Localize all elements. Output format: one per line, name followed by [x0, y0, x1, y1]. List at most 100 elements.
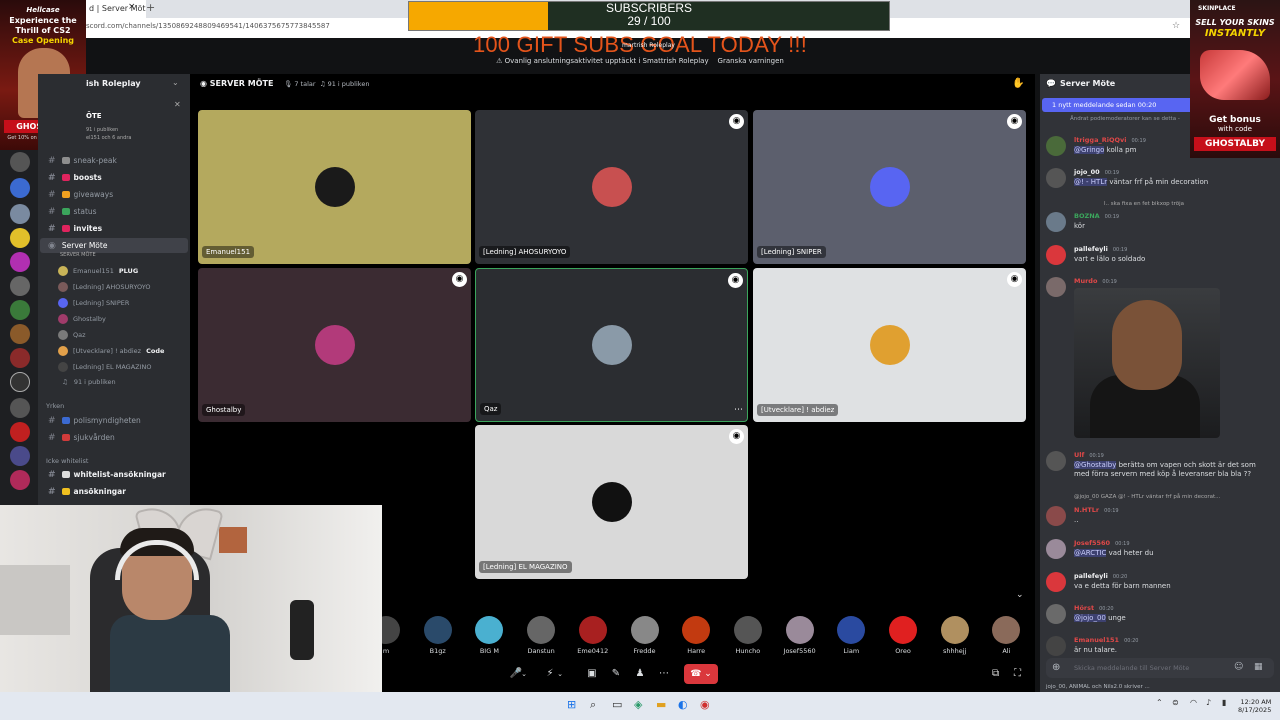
channel-item[interactable]: # whitelist-ansökningar	[40, 467, 188, 482]
server-icon[interactable]	[10, 422, 30, 442]
edge-icon[interactable]: ◐	[678, 698, 688, 711]
participant-avatar-item[interactable]: Eme0412	[573, 616, 613, 655]
invite-icon[interactable]: ♟	[629, 664, 651, 684]
fullscreen-icon[interactable]: ⛶	[1014, 668, 1021, 679]
participant-tile[interactable]: [Ledning] SNIPER ◉	[753, 110, 1026, 264]
watch-stream-icon[interactable]: ◉	[452, 272, 467, 287]
participant-avatar-item[interactable]: Oreo	[883, 616, 923, 655]
watch-stream-icon[interactable]: ◉	[1007, 272, 1022, 287]
voice-member[interactable]: [Ledning] AHOSURYOYO	[58, 279, 186, 295]
new-messages-bar[interactable]: 1 nytt meddelande sedan 00:20	[1042, 98, 1190, 112]
voice-channel-server-mote[interactable]: ◉ Server Möte	[40, 238, 188, 253]
voice-member[interactable]: Qaz	[58, 327, 186, 343]
participant-avatar-item[interactable]: BIG M	[469, 616, 509, 655]
tab-close-icon[interactable]: ×	[128, 2, 136, 12]
participant-avatar-item[interactable]: B1gz	[418, 616, 458, 655]
message-author[interactable]: BOZNA 00:19	[1074, 212, 1119, 220]
message-author[interactable]: pallefeyli 00:20	[1074, 572, 1127, 580]
mention[interactable]: @Gringo	[1074, 146, 1105, 154]
channel-item[interactable]: # invites	[40, 221, 188, 236]
avatar[interactable]	[1046, 168, 1066, 188]
chevron-down-icon[interactable]: ⌄	[555, 664, 565, 684]
tray-chevron-icon[interactable]: ⌃	[1156, 698, 1163, 707]
battery-icon[interactable]: ▮	[1222, 698, 1226, 707]
star-icon[interactable]: ☆	[1172, 21, 1180, 31]
voice-member[interactable]: [Ledning] EL MAGAZINO	[58, 359, 186, 375]
mention[interactable]: @jojo_00	[1074, 614, 1106, 622]
voice-member[interactable]: [Utvecklare] ! abdiez Code	[58, 343, 186, 359]
more-icon[interactable]: ⋯	[734, 405, 743, 415]
avatar[interactable]	[1046, 636, 1066, 656]
search-icon[interactable]: ⌕	[590, 698, 596, 712]
mention[interactable]: @Ghostalby	[1074, 461, 1117, 469]
voice-member[interactable]: [Ledning] SNIPER	[58, 295, 186, 311]
message-author[interactable]: jojo_00 00:19	[1074, 168, 1119, 176]
watch-stream-icon[interactable]: ◉	[728, 273, 743, 288]
channel-item[interactable]: # boosts	[40, 170, 188, 185]
chrome-icon[interactable]: ◉	[700, 698, 710, 711]
chevron-down-icon[interactable]: ⌄	[1016, 590, 1024, 600]
server-icon[interactable]	[10, 446, 30, 466]
banner-action[interactable]: Granska varningen	[718, 57, 784, 65]
participant-tile[interactable]: Qaz ◉ ⋯	[475, 268, 748, 422]
voice-member[interactable]: Emanuel151 PLUG	[58, 263, 186, 279]
message-author[interactable]: pallefeyli 00:19	[1074, 245, 1127, 253]
server-name[interactable]: ish Roleplay	[86, 79, 141, 88]
server-icon[interactable]	[10, 178, 30, 198]
emoji-icon[interactable]: ☺	[1234, 662, 1243, 672]
leave-call-button[interactable]: ☎ ⌄	[684, 664, 718, 684]
copilot-icon[interactable]: ◈	[634, 698, 642, 711]
participant-avatar-item[interactable]: Fredde	[625, 616, 665, 655]
server-icon[interactable]	[10, 372, 30, 392]
channel-item[interactable]: # giveaways	[40, 187, 188, 202]
mention[interactable]: @! - HTLr	[1074, 178, 1108, 186]
avatar[interactable]	[1046, 572, 1066, 592]
category-icke-whitelist[interactable]: Icke whitelist	[46, 457, 88, 465]
category-yrken[interactable]: Yrken	[46, 402, 64, 410]
participant-avatar-item[interactable]: shhhejj	[935, 616, 975, 655]
server-icon[interactable]	[10, 152, 30, 172]
add-icon[interactable]: ⊕	[1052, 662, 1060, 673]
participant-avatar-item[interactable]: Huncho	[728, 616, 768, 655]
participant-avatar-item[interactable]: Josef5560	[780, 616, 820, 655]
volume-icon[interactable]: ♪	[1206, 698, 1211, 707]
watch-stream-icon[interactable]: ◉	[729, 429, 744, 444]
channel-item[interactable]: # status	[40, 204, 188, 219]
wifi-icon[interactable]: ◠	[1190, 698, 1197, 707]
windows-start-icon[interactable]: ⊞	[567, 698, 576, 711]
browser-tab[interactable]: d | Server Möte	[86, 0, 146, 18]
participant-tile[interactable]: Emanuel151	[198, 110, 471, 264]
participant-tile[interactable]: Ghostalby ◉	[198, 268, 471, 422]
server-icon[interactable]	[10, 324, 30, 344]
chevron-down-icon[interactable]: ⌄	[172, 78, 179, 87]
channel-item[interactable]: # sneak-peak	[40, 153, 188, 168]
task-view-icon[interactable]: ▭	[612, 698, 622, 711]
participant-tile[interactable]: [Utvecklare] ! abdiez ◉	[753, 268, 1026, 422]
message-author[interactable]: Josef5560 00:19	[1074, 539, 1130, 547]
channel-item[interactable]: # ansökningar	[40, 484, 188, 499]
participant-avatar-item[interactable]: Liam	[831, 616, 871, 655]
server-icon[interactable]	[10, 300, 30, 320]
message-author[interactable]: Ulf 00:19	[1074, 451, 1104, 459]
avatar[interactable]	[1046, 506, 1066, 526]
participant-avatar-item[interactable]: Harre	[676, 616, 716, 655]
participant-tile[interactable]: [Ledning] EL MAGAZINO ◉	[475, 425, 748, 579]
popout-icon[interactable]: ⧉	[992, 668, 999, 679]
server-icon[interactable]	[10, 276, 30, 296]
new-tab-button[interactable]: +	[146, 1, 155, 14]
participant-avatar-item[interactable]: Ali	[986, 616, 1026, 655]
server-icon[interactable]	[10, 398, 30, 418]
voice-member[interactable]: Ghostalby	[58, 311, 186, 327]
server-icon[interactable]	[10, 228, 30, 248]
raise-hand-icon[interactable]: ✋	[1012, 78, 1024, 89]
close-icon[interactable]: ✕	[174, 100, 181, 109]
watch-stream-icon[interactable]: ◉	[729, 114, 744, 129]
message-author[interactable]: ltrigga_RiQQvi 00:19	[1074, 136, 1146, 144]
activity-icon[interactable]: ✎	[605, 664, 627, 684]
message-author[interactable]: Murdo 00:19	[1074, 277, 1117, 285]
avatar[interactable]	[1046, 451, 1066, 471]
avatar[interactable]	[1046, 277, 1066, 297]
avatar[interactable]	[1046, 245, 1066, 265]
screen-share-icon[interactable]: ▣	[581, 664, 603, 684]
gift-icon[interactable]: ▦	[1254, 662, 1263, 672]
